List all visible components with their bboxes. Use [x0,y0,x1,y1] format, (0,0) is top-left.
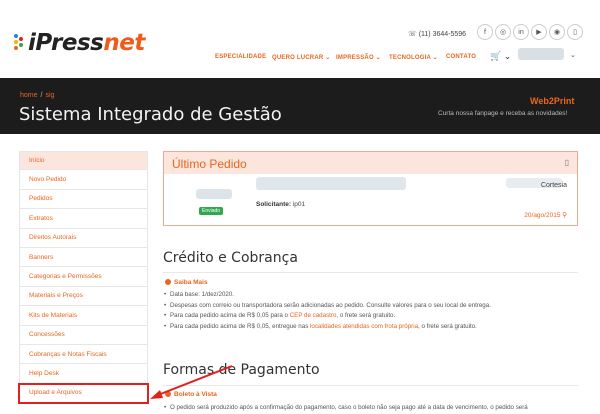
logo-dot [14,34,18,38]
divider [163,385,578,386]
bullet-text-end: , o frete será gratuito. [336,312,396,319]
nav-quero-lucrar[interactable]: QUERO LUCRAR ⌄ [272,54,331,61]
sidebar-item-concessoes[interactable]: Concessões [19,325,148,345]
payment-text: O pedido será produzido após a confirmaç… [164,404,528,411]
requester-label: Solicitante: [256,201,292,208]
sidebar-item-novo-pedido[interactable]: Novo Pedido [19,170,148,190]
breadcrumb-current[interactable]: sig [45,92,54,99]
web2print-logo[interactable]: Web2Print [530,96,574,106]
order-date: 20/ago/2015 ⚲ [524,212,567,219]
logo-dot [14,40,18,44]
saiba-mais-heading[interactable]: Saiba Mais [165,279,208,286]
nav-tecnologia[interactable]: TECNOLOGIA ⌄ [389,54,438,61]
youtube-icon[interactable]: ▶ [531,24,547,40]
sidebar-item-upload-e-arquivos[interactable]: Upload e Arquivos [18,382,149,405]
sidebar-menu: Início Novo Pedido Pedidos Extratos Direitos… [18,151,149,405]
sidebar-item-banners[interactable]: Banners [19,247,148,268]
info-icon [165,279,171,285]
order-cortesia: Cortesia [540,182,567,189]
divider [163,272,578,273]
breadcrumb-home[interactable]: home [20,92,38,99]
fanpage-tagline: Curta nossa fanpage e receba as novidade… [438,110,568,117]
info-icon [165,391,171,397]
phone-number: ☏ (11) 3644-5596 [408,31,467,38]
credit-bullet: Despesas com correio ou transportadora s… [164,301,491,309]
page-title: Sistema Integrado de Gestão [19,104,282,125]
order-product-name [256,177,406,190]
logo-dots [14,34,28,50]
nav-contato[interactable]: CONTATO [446,54,476,60]
sidebar-item-pedidos[interactable]: Pedidos [19,189,148,210]
ipressnet-logo[interactable]: iPressnet [28,30,145,56]
instagram-icon[interactable]: ◎ [495,24,511,40]
trash-icon[interactable]: ▯ [567,24,583,40]
last-order-card: Último Pedido ▯ Cortesia Enviado Solicit… [163,151,578,226]
sidebar-item-direitos-autorais[interactable]: Direitos Autorais [19,228,148,248]
nav-especialidade[interactable]: ESPECIALIDADE [215,54,266,60]
cart-icon[interactable]: 🛒 ⌄ [490,51,511,62]
breadcrumb: home / sig [20,92,54,99]
logo-press: Press [35,30,104,56]
document-icon[interactable]: ▯ [565,158,569,167]
logo-dot [19,43,23,47]
credit-bullet: Para cada pedido acima de R$ 0,05 para o… [164,312,396,319]
bullet-text: Para cada pedido acima de R$ 0,05, entre… [170,322,311,330]
bullet-text: Despesas com correio ou transportadora s… [170,301,491,309]
order-requester: Solicitante: ip01 [256,201,305,208]
sidebar-item-cobrancas-e-notas-fiscais[interactable]: Cobranças e Notas Fiscais [19,344,148,365]
last-order-title: Último Pedido [172,157,247,171]
logo-net: net [103,30,145,56]
credit-bullet: Data base: 1/dez/2020. [164,291,234,298]
facebook-icon[interactable]: f [477,24,493,40]
logo-dot [14,46,18,50]
sidebar-item-materiais-e-precos[interactable]: Materiais e Preços [19,286,148,307]
bullet-link[interactable]: CEP de cadastro [290,312,337,319]
sidebar-item-kits-de-materiais[interactable]: Kits de Materiais [19,306,148,326]
chevron-down-icon[interactable]: ⌄ [570,51,576,59]
nav-impressao[interactable]: IMPRESSÃO ⌄ [336,54,381,61]
breadcrumb-separator: / [40,92,43,99]
bullet-text: Para cada pedido acima de R$ 0,05 para o [170,312,290,319]
linkedin-icon[interactable]: in [513,24,529,40]
credit-bullet: Para cada pedido acima de R$ 0,05, entre… [164,322,477,330]
podcast-icon[interactable]: ◉ [549,24,565,40]
bullet-text-end: , o frete será gratuito. [418,322,477,330]
requester-value: ip01 [291,201,306,208]
logo-dot [19,37,23,41]
order-thumbnail [196,189,232,199]
bullet-text: Data base: 1/dez/2020. [170,291,234,298]
payment-section-title: Formas de Pagamento [163,362,320,378]
annotation-arrow-head [150,390,163,399]
sidebar-item-categorias-e-permissoes[interactable]: Categorias e Permissões [19,267,148,287]
sidebar-item-help-desk[interactable]: Help Desk [19,364,148,384]
credit-section-title: Crédito e Cobrança [163,250,298,266]
bullet-link[interactable]: localidades atendidas com frota própria [310,323,418,330]
boleto-label: Boleto à Vista [174,391,217,398]
saiba-mais-label: Saiba Mais [174,279,208,286]
sidebar-item-inicio[interactable]: Início [19,151,148,171]
boleto-heading[interactable]: Boleto à Vista [165,391,217,398]
status-badge: Enviado [199,207,224,215]
user-menu[interactable] [518,48,564,60]
sidebar-item-extratos[interactable]: Extratos [19,209,148,229]
